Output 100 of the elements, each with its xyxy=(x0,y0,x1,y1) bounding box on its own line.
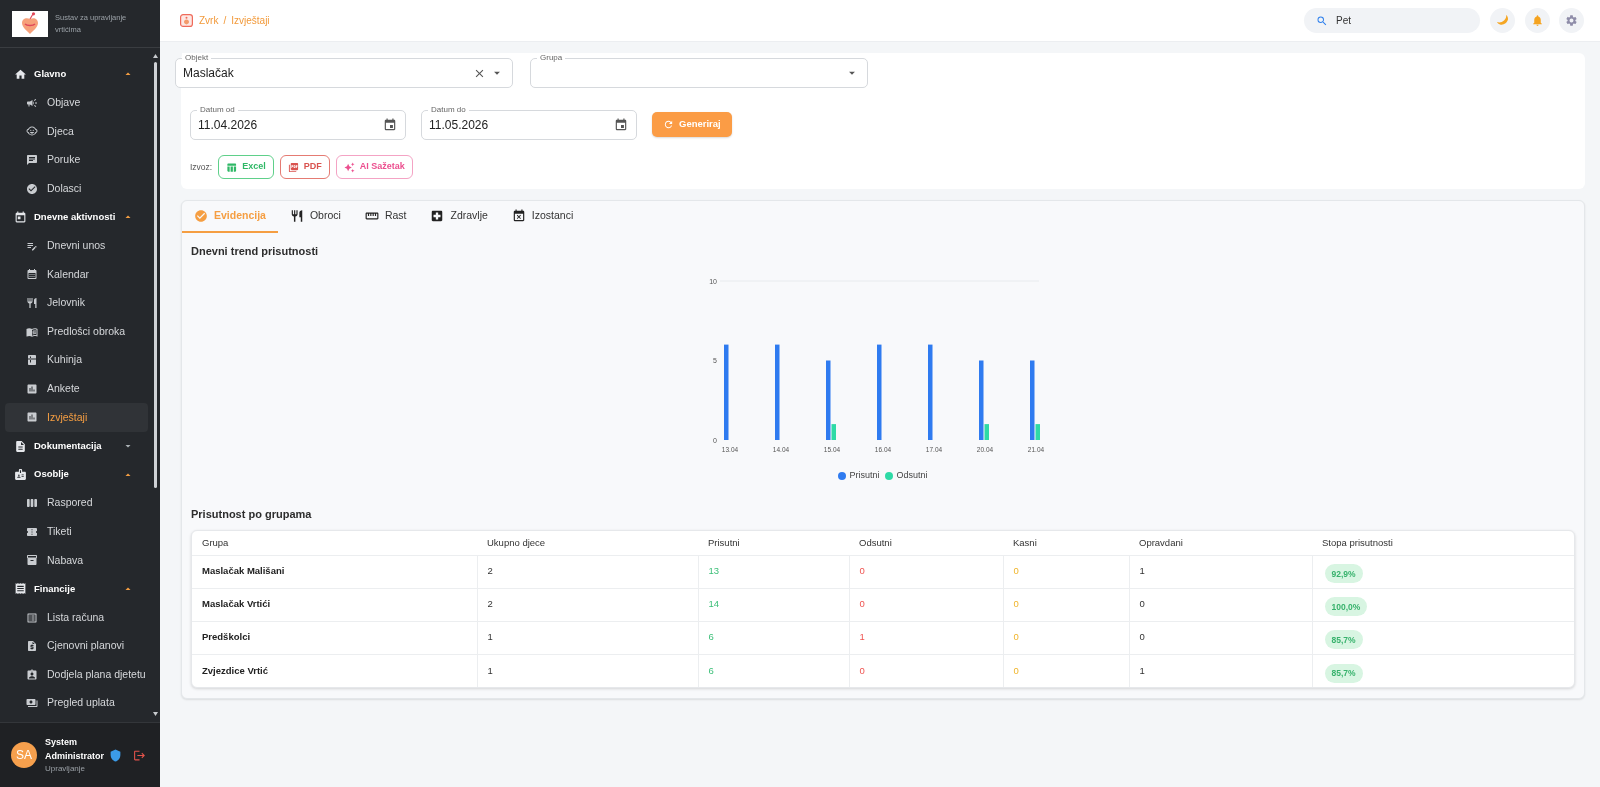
table-cell: 0 xyxy=(1129,621,1312,654)
table-cell: 0 xyxy=(1129,588,1312,621)
column-header: Ukupno djece xyxy=(477,531,698,555)
medical-cross-icon xyxy=(430,209,445,223)
table-cell: 0 xyxy=(1003,621,1129,654)
export-label: Izvoz: xyxy=(190,160,213,174)
table-cell: 14 xyxy=(698,588,849,621)
menu-section[interactable]: Glavno xyxy=(5,60,148,89)
child-face-icon xyxy=(26,125,38,138)
receipt-icon xyxy=(14,582,27,596)
sidebar-item[interactable]: Ankete xyxy=(5,374,148,404)
table-cell: 1 xyxy=(477,654,698,687)
column-header: Prisutni xyxy=(698,531,849,555)
bell-icon xyxy=(1531,14,1544,27)
sidebar-item[interactable]: Kuhinja xyxy=(5,345,148,375)
sidebar-item[interactable]: Dodjela plana djetetu xyxy=(5,660,148,690)
calendar-x-icon xyxy=(511,209,526,223)
columns-icon xyxy=(26,497,38,510)
tab[interactable]: Izostanci xyxy=(499,201,586,233)
breadcrumb-current: Izvještaji xyxy=(231,14,270,28)
scrollbar-thumb[interactable] xyxy=(154,62,157,488)
breadcrumb-separator: / xyxy=(223,14,227,28)
sidebar-item[interactable]: Jelovnik xyxy=(5,288,148,318)
sparkle-icon xyxy=(343,161,355,173)
settings-icon xyxy=(1565,14,1578,27)
scroll-up-arrow-icon[interactable] xyxy=(153,54,158,58)
avatar: SA xyxy=(11,742,37,768)
table-cell: 6 xyxy=(698,621,849,654)
table-cell: 0 xyxy=(849,588,1003,621)
ticket-icon xyxy=(26,525,38,538)
table-cell: 1 xyxy=(849,621,1003,654)
tab[interactable]: Obroci xyxy=(277,201,353,233)
chat-bubble-icon xyxy=(26,154,38,167)
bar-chart-icon xyxy=(26,382,38,395)
menu-section[interactable]: Financije xyxy=(5,574,148,604)
banknotes-icon xyxy=(26,697,38,710)
scroll-down-arrow-icon[interactable] xyxy=(153,712,158,716)
table-cell: 1 xyxy=(1129,555,1312,588)
logo-icon xyxy=(12,10,48,37)
bar-chart-icon xyxy=(26,411,38,424)
id-badge-icon xyxy=(14,468,27,482)
table-cell: Maslačak Vrtići xyxy=(192,588,477,621)
user-role: Upravljanje xyxy=(45,763,87,775)
export-button[interactable]: PDF xyxy=(279,155,330,179)
calendar-icon xyxy=(26,268,38,281)
column-header: Stopa prisutnosti xyxy=(1312,531,1574,555)
calendar-icon[interactable] xyxy=(383,118,397,132)
menu-section[interactable]: Dnevne aktivnosti xyxy=(5,202,148,232)
table-cell: 2 xyxy=(477,588,698,621)
tab[interactable]: Rast xyxy=(352,201,419,233)
table-cell: Predškolci xyxy=(192,621,477,654)
export-button[interactable]: AI Sažetak xyxy=(335,155,413,179)
menu-section[interactable]: Dokumentacija xyxy=(5,431,148,461)
calendar-icon[interactable] xyxy=(614,118,628,132)
app-logo-icon xyxy=(180,14,193,27)
sidebar-item[interactable]: Predlošci obroka xyxy=(5,317,148,346)
table-cell: 0 xyxy=(1003,654,1129,687)
home-icon xyxy=(14,67,27,81)
pdf-file-icon xyxy=(287,161,299,173)
rate-badge: 100,0% xyxy=(1324,597,1368,617)
megaphone-icon xyxy=(26,96,38,109)
sidebar-item[interactable]: Djeca xyxy=(5,117,148,146)
sidebar-item[interactable]: Izvještaji xyxy=(5,403,148,432)
table-cell: 0 xyxy=(1003,555,1129,588)
logout-icon[interactable] xyxy=(133,748,146,762)
sidebar-item[interactable]: Objave xyxy=(5,88,148,118)
open-book-icon xyxy=(26,325,38,338)
rate-badge: 85,7% xyxy=(1324,663,1363,683)
sidebar-item[interactable]: Nabava xyxy=(5,546,148,575)
table-icon xyxy=(226,161,238,173)
fork-knife-icon xyxy=(26,297,38,310)
sidebar-item[interactable]: Kalendar xyxy=(5,260,148,289)
settings-button[interactable] xyxy=(1559,8,1584,33)
section-title: Dnevni trend prisutnosti xyxy=(191,245,320,257)
rate-badge: 85,7% xyxy=(1324,630,1363,650)
archive-box-icon xyxy=(26,554,38,567)
column-header: Opravdani xyxy=(1129,531,1312,555)
menu-section[interactable]: Osoblje xyxy=(5,460,148,489)
sidebar-item[interactable]: Dnevni unos xyxy=(5,231,148,261)
user-name: System Administrator xyxy=(45,736,105,763)
rate-badge: 92,9% xyxy=(1324,564,1363,584)
sidebar-item[interactable]: Raspored xyxy=(5,488,148,518)
moon-icon xyxy=(1496,15,1509,26)
tab[interactable]: Zdravlje xyxy=(418,201,500,233)
table-cell: 6 xyxy=(698,654,849,687)
sidebar-item[interactable]: Dolasci xyxy=(5,174,148,203)
column-header: Odsutni xyxy=(849,531,1003,555)
sidebar-item[interactable]: Tiketi xyxy=(5,517,148,547)
table-cell: 1 xyxy=(477,621,698,654)
sidebar-item[interactable]: Lista računa xyxy=(5,603,148,632)
theme-toggle-button[interactable] xyxy=(1490,8,1515,33)
search-field[interactable]: Pet xyxy=(1304,8,1480,33)
table-cell: 2 xyxy=(477,555,698,588)
table-cell: 1 xyxy=(1129,654,1312,687)
sidebar-item[interactable]: Pregled uplata xyxy=(5,689,148,718)
sidebar-item[interactable]: Poruke xyxy=(5,145,148,175)
sidebar-item[interactable]: Cjenovni planovi xyxy=(5,631,148,661)
search-icon xyxy=(1316,14,1328,27)
calendar-icon xyxy=(14,210,27,224)
dollar-document-icon xyxy=(26,640,38,653)
